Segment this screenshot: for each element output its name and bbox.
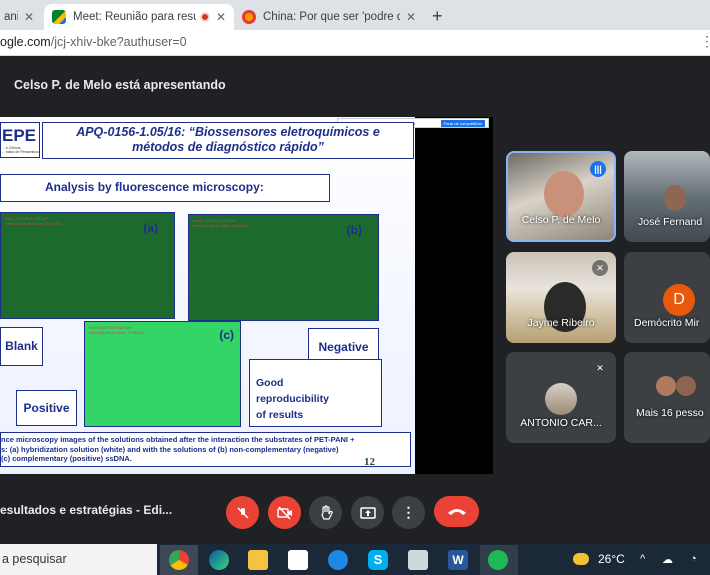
panel-label: (b) [346,223,362,237]
participant-name: Mais 16 pesso [636,407,704,419]
more-options-button[interactable]: ⋮ [392,496,425,529]
panel-label: (a) [143,221,158,235]
slide-title-line: APQ-0156-1.05/16: “Biossensores eletroqu… [76,125,380,139]
participant-tile[interactable]: D Demócrito Mir [624,252,710,343]
participant-avatar: D [663,284,695,316]
hand-icon [320,504,333,520]
mic-off-button[interactable] [226,496,259,529]
participant-name: ANTONIO CAR... [520,417,602,429]
mic-off-icon: ✕ [596,363,604,373]
url-text[interactable]: ogle.com/jcj-xhiv-bke?authuser=0 [0,35,187,49]
caption-line: nce microscopy images of the solutions o… [1,435,355,444]
chrome-news-icon [242,10,256,24]
participant-tile[interactable]: José Fernand [624,151,710,242]
tab-previous[interactable]: anie! ✕ [0,4,42,30]
raise-hand-button[interactable] [309,496,342,529]
micrograph-caption: Area: 332780,8,925 µm² Intensity Mean Va… [5,216,61,226]
weather-temperature[interactable]: 26°C [598,552,625,566]
paint-icon[interactable] [408,550,428,570]
participant-video [664,185,686,211]
tab-title: anie! [4,11,18,23]
tab-close-icon[interactable]: ✕ [406,10,416,24]
file-explorer-icon[interactable] [248,550,268,570]
present-screen-icon [359,506,376,519]
micrograph-a: Area: 332780,8,925 µm² Intensity Mean Va… [0,212,175,319]
participant-avatar [676,376,696,396]
micrograph-c: Area: 332780,8,925 µm² Intensity Mean Va… [84,321,241,427]
participant-video [544,171,584,217]
slide-title: APQ-0156-1.05/16: “Biossensores eletroqu… [42,122,414,159]
skype-icon[interactable]: S [368,550,388,570]
mic-off-icon [236,506,249,519]
word-icon[interactable]: W [448,550,468,570]
slide-title-line: métodos de diagnóstico rápido” [132,140,324,154]
reproducibility-note: Good reproducibility of results [249,359,382,427]
mic-off-icon: ✕ [592,260,608,276]
microsoft-store-icon[interactable] [288,550,308,570]
participant-avatar [656,376,676,396]
panel-label: (c) [219,328,234,342]
spotify-icon[interactable] [488,550,508,570]
participant-name: Celso P. de Melo [521,214,601,226]
blank-label: Blank [0,327,43,366]
caption-line: s: (a) hybridization solution (white) an… [1,444,339,454]
participant-name: Jayme Ribeiro [527,317,595,329]
positive-label: Positive [16,390,77,426]
tab-close-icon[interactable]: ✕ [24,10,34,24]
tray-caret-icon[interactable]: ^ [640,553,645,565]
stop-sharing-button[interactable]: Parar de compartilhar [440,119,485,127]
network-icon[interactable]: ☁ [662,553,673,566]
new-tab-button[interactable]: + [432,6,443,27]
edge-icon[interactable] [209,550,229,570]
speaking-indicator-icon: ||| [590,161,606,177]
wifi-icon[interactable]: ◔ [690,553,697,565]
participant-tile[interactable]: ✕ ANTONIO CAR... [506,352,616,443]
camera-off-icon [276,505,292,520]
participant-name: Demócrito Mir [634,317,700,329]
participant-tile[interactable]: ||| Celso P. de Melo [506,151,616,242]
google-meet-icon [52,10,66,24]
chrome-icon[interactable] [169,550,189,570]
participant-name: José Fernand [638,216,703,228]
camera-off-button[interactable] [268,496,301,529]
address-bar[interactable]: ogle.com/jcj-xhiv-bke?authuser=0 ⋮ [0,30,710,56]
participant-tile[interactable]: ✕ Jayme Ribeiro [506,252,616,343]
weather-cloud-icon [573,553,589,565]
meeting-title: esultados e estratégias - Edi... [0,503,173,517]
taskbar-search[interactable]: a pesquisar [0,544,157,575]
recording-dot-icon [199,12,210,22]
compass-app-icon[interactable] [328,550,348,570]
micrograph-caption: Area: 332780,8,925 µm² Intensity Mean Va… [89,325,145,335]
caption-line: (c) complementary (positive) ssDNA. [1,454,132,463]
repro-line: reproducibility [256,393,329,405]
more-vert-icon: ⋮ [401,504,416,520]
logo-subtitle: ... e Ciência ... stado de Pernambuco [2,146,41,154]
presenting-banner: Celso P. de Melo está apresentando [14,78,226,92]
participant-tile[interactable]: Mais 16 pesso [624,352,710,443]
analysis-heading: Analysis by fluorescence microscopy: [0,174,330,202]
tab-meet[interactable]: Meet: Reunião para resultados ✕ [44,4,234,30]
tab-title: Meet: Reunião para resultados [73,11,196,23]
slide-logo: EPE ... e Ciência ... stado de Pernambuc… [0,122,40,158]
url-host: ogle.com [0,35,51,49]
tab-china[interactable]: China: Por que ser 'podre de rico' ✕ [234,4,424,30]
participant-avatar [545,383,577,415]
repro-line: Good [256,377,284,389]
figure-caption: nce microscopy images of the solutions o… [0,432,411,467]
micrograph-b: Area: 332780,8,925 µm² Intensity Mean Va… [188,214,379,321]
tab-close-icon[interactable]: ✕ [216,10,226,24]
browser-tab-strip: anie! ✕ Meet: Reunião para resultados ✕ … [0,0,710,30]
logo-text: EPE [2,126,37,145]
repro-line: of results [256,409,304,421]
slide-page-number: 12 [364,456,375,468]
url-path: /jcj-xhiv-bke?authuser=0 [50,35,187,49]
leave-call-button[interactable] [434,496,479,527]
micrograph-caption: Area: 332780,8,925 µm² Intensity Mean Va… [193,218,249,228]
browser-menu-icon[interactable]: ⋮ [700,33,710,50]
tab-title: China: Por que ser 'podre de rico' [263,11,400,23]
present-button[interactable] [351,496,384,529]
hang-up-icon [447,508,466,515]
